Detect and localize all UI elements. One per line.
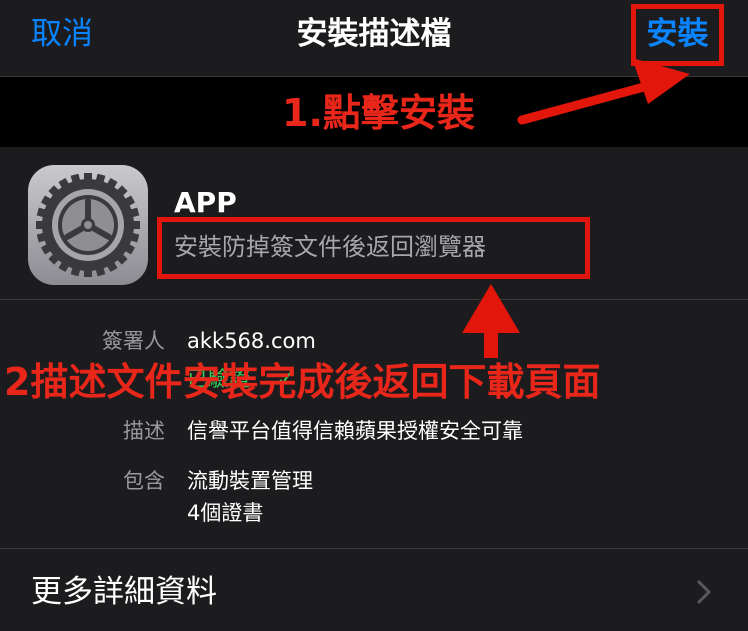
step2-annotation: 2描述文件安裝完成後返回下載頁面 bbox=[4, 360, 601, 404]
profile-name: APP bbox=[174, 186, 237, 219]
step1-annotation: 1.點擊安裝 bbox=[282, 91, 475, 135]
description-label: 描述 bbox=[123, 419, 165, 443]
settings-gear-icon bbox=[28, 165, 148, 285]
signed-by-label: 簽署人 bbox=[102, 329, 165, 353]
install-highlight-box[interactable]: 安裝 bbox=[631, 4, 724, 66]
signed-by-value: akk568.com bbox=[187, 329, 316, 353]
contains-label: 包含 bbox=[123, 469, 165, 493]
section-divider bbox=[0, 299, 748, 300]
profile-description: 安裝防掉簽文件後返回瀏覽器 bbox=[174, 233, 486, 261]
instruction-band: 1.點擊安裝 bbox=[0, 77, 748, 147]
description-highlight-box: 安裝防掉簽文件後返回瀏覽器 bbox=[157, 217, 590, 279]
navigation-bar: 取消 安裝描述檔 安裝 bbox=[0, 0, 748, 77]
chevron-right-icon bbox=[697, 580, 711, 604]
more-details-row[interactable]: 更多詳細資料 bbox=[0, 549, 748, 631]
contains-item-mdm: 流動裝置管理 bbox=[187, 469, 313, 493]
profile-summary: APP 安裝防掉簽文件後返回瀏覽器 bbox=[0, 147, 748, 299]
cancel-button[interactable]: 取消 bbox=[31, 12, 93, 56]
more-details-label: 更多詳細資料 bbox=[31, 574, 217, 610]
install-button[interactable]: 安裝 bbox=[636, 12, 719, 56]
install-profile-screen: 取消 安裝描述檔 安裝 1.點擊安裝 APP 安裝防掉簽文件後返回瀏覽器 簽署人… bbox=[0, 0, 748, 631]
description-value: 信譽平台值得信賴蘋果授權安全可靠 bbox=[187, 419, 523, 443]
contains-item-certificates: 4個證書 bbox=[187, 501, 264, 525]
